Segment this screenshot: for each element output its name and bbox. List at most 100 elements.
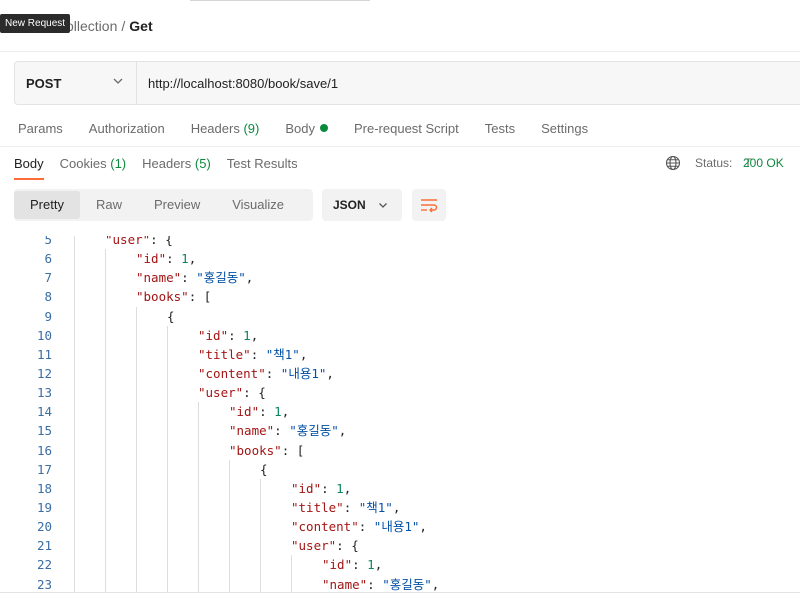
code-token: "내용1" — [373, 519, 420, 535]
response-status: Status: 200 OK T — [665, 155, 784, 171]
view-raw-button[interactable]: Raw — [80, 191, 138, 219]
code-text: "name": "홍길동", — [136, 268, 253, 287]
code-token: : — [321, 480, 337, 496]
tab-settings[interactable]: Settings — [541, 120, 588, 138]
globe-icon[interactable] — [665, 155, 681, 171]
code-token: "user" — [198, 385, 244, 401]
response-body-editor[interactable]: 5 "user": {6 "id": 1, 7 "name": "홍길동", 8 "book… — [0, 236, 800, 592]
view-pretty-button[interactable]: Pretty — [14, 191, 80, 219]
code-token: : — [367, 576, 383, 592]
code-token: "홍길동" — [382, 576, 432, 592]
request-url-bar: POST http://localhost:8080/book/save/1 — [14, 61, 800, 105]
code-token: "title" — [198, 346, 251, 362]
code-token: , — [343, 480, 352, 496]
line-number: 9 — [44, 308, 52, 324]
code-token: , — [188, 251, 197, 267]
breadcrumb-separator: / — [121, 18, 126, 34]
line-number: 18 — [36, 480, 52, 496]
code-token: { — [167, 308, 175, 324]
chevron-down-icon — [378, 203, 387, 208]
format-label: JSON — [333, 198, 366, 212]
code-token: "title" — [291, 499, 344, 515]
code-line: 20 "content": "내용1", — [0, 517, 800, 537]
view-preview-button[interactable]: Preview — [138, 191, 216, 219]
tab-params[interactable]: Params — [18, 120, 63, 138]
response-headers-count: (5) — [194, 156, 211, 171]
window-top-edge — [190, 0, 370, 1]
tab-body[interactable]: Body — [285, 120, 328, 138]
line-number: 16 — [36, 442, 52, 458]
response-tabs: Body Cookies (1) Headers (5) Test Result… — [14, 155, 314, 180]
view-visualize-button[interactable]: Visualize — [216, 191, 300, 219]
line-number: 6 — [44, 251, 52, 267]
code-line: 11 "title": "책1", — [0, 344, 800, 364]
line-number: 13 — [36, 385, 52, 401]
code-token: 1 — [181, 251, 189, 267]
code-text: "books": [ — [136, 287, 211, 306]
code-line: 21 "user": { — [0, 536, 800, 556]
tab-tests[interactable]: Tests — [485, 120, 515, 138]
code-token: "id" — [198, 327, 229, 343]
line-number: 15 — [36, 423, 52, 439]
code-line: 18 "id": 1, — [0, 478, 800, 498]
code-token: "name" — [229, 423, 275, 439]
tab-headers[interactable]: Headers (9) — [191, 120, 260, 138]
breadcrumb-request-name[interactable]: Get — [129, 18, 152, 34]
url-input[interactable]: http://localhost:8080/book/save/1 — [137, 62, 338, 104]
tab-authorization[interactable]: Authorization — [89, 120, 165, 138]
line-number: 12 — [36, 365, 52, 381]
line-number: 7 — [44, 270, 52, 286]
line-number: 21 — [36, 538, 52, 554]
code-token: { — [260, 461, 268, 477]
format-select[interactable]: JSON — [322, 189, 402, 221]
code-lines: 5 "user": {6 "id": 1, 7 "name": "홍길동", 8 "book… — [0, 236, 800, 592]
code-token: : — [181, 270, 197, 286]
code-line: 16 "books": [ — [0, 440, 800, 460]
response-tab-body[interactable]: Body — [14, 155, 44, 180]
code-text: "id": 1, — [198, 326, 258, 345]
code-token: "name" — [136, 270, 182, 286]
code-text: "name": "홍길동", — [229, 421, 346, 440]
code-token: "책1" — [265, 346, 300, 362]
code-token: : [ — [188, 289, 212, 305]
code-text: "books": [ — [229, 441, 304, 460]
tab-pre-request-script[interactable]: Pre-request Script — [354, 120, 459, 138]
line-number: 11 — [36, 346, 52, 362]
method-label: POST — [26, 75, 62, 91]
code-token: "user" — [105, 236, 151, 247]
code-line: 8 "books": [ — [0, 287, 800, 307]
response-tab-cookies[interactable]: Cookies (1) — [60, 155, 126, 173]
status-code[interactable]: 200 OK — [743, 156, 784, 170]
code-token: "id" — [229, 404, 260, 420]
code-token: , — [245, 270, 254, 286]
body-indicator-dot — [319, 124, 328, 132]
code-token: , — [281, 404, 290, 420]
code-token: , — [250, 327, 259, 343]
code-token: : [ — [281, 442, 305, 458]
response-tab-headers[interactable]: Headers (5) — [142, 155, 211, 173]
status-label: Status: — [695, 156, 733, 170]
response-tab-test-results[interactable]: Test Results — [227, 155, 298, 173]
code-token: "내용1" — [280, 365, 327, 381]
code-line: 19 "title": "책1", — [0, 497, 800, 518]
code-token: , — [392, 499, 401, 515]
code-line: 22 "id": 1, — [0, 555, 800, 575]
wrap-lines-button[interactable] — [412, 189, 446, 221]
code-text: "content": "내용1", — [291, 517, 427, 536]
breadcrumb-collection[interactable]: ollection — [66, 18, 117, 34]
code-text: "id": 1, — [322, 555, 382, 574]
method-select[interactable]: POST — [15, 62, 137, 104]
code-token: "id" — [136, 251, 167, 267]
code-token: "name" — [322, 576, 368, 592]
code-token: , — [374, 557, 383, 573]
code-token: , — [338, 423, 347, 439]
code-text: "user": { — [105, 236, 173, 249]
code-text: "title": "책1", — [291, 498, 400, 517]
code-token: : { — [243, 385, 266, 401]
code-line: 14 "id": 1, — [0, 402, 800, 422]
code-token: , — [326, 365, 334, 381]
code-line: 9{ — [0, 306, 800, 326]
code-text: "user": { — [291, 536, 359, 555]
line-number: 10 — [36, 327, 52, 343]
cookies-count: (1) — [110, 156, 127, 171]
